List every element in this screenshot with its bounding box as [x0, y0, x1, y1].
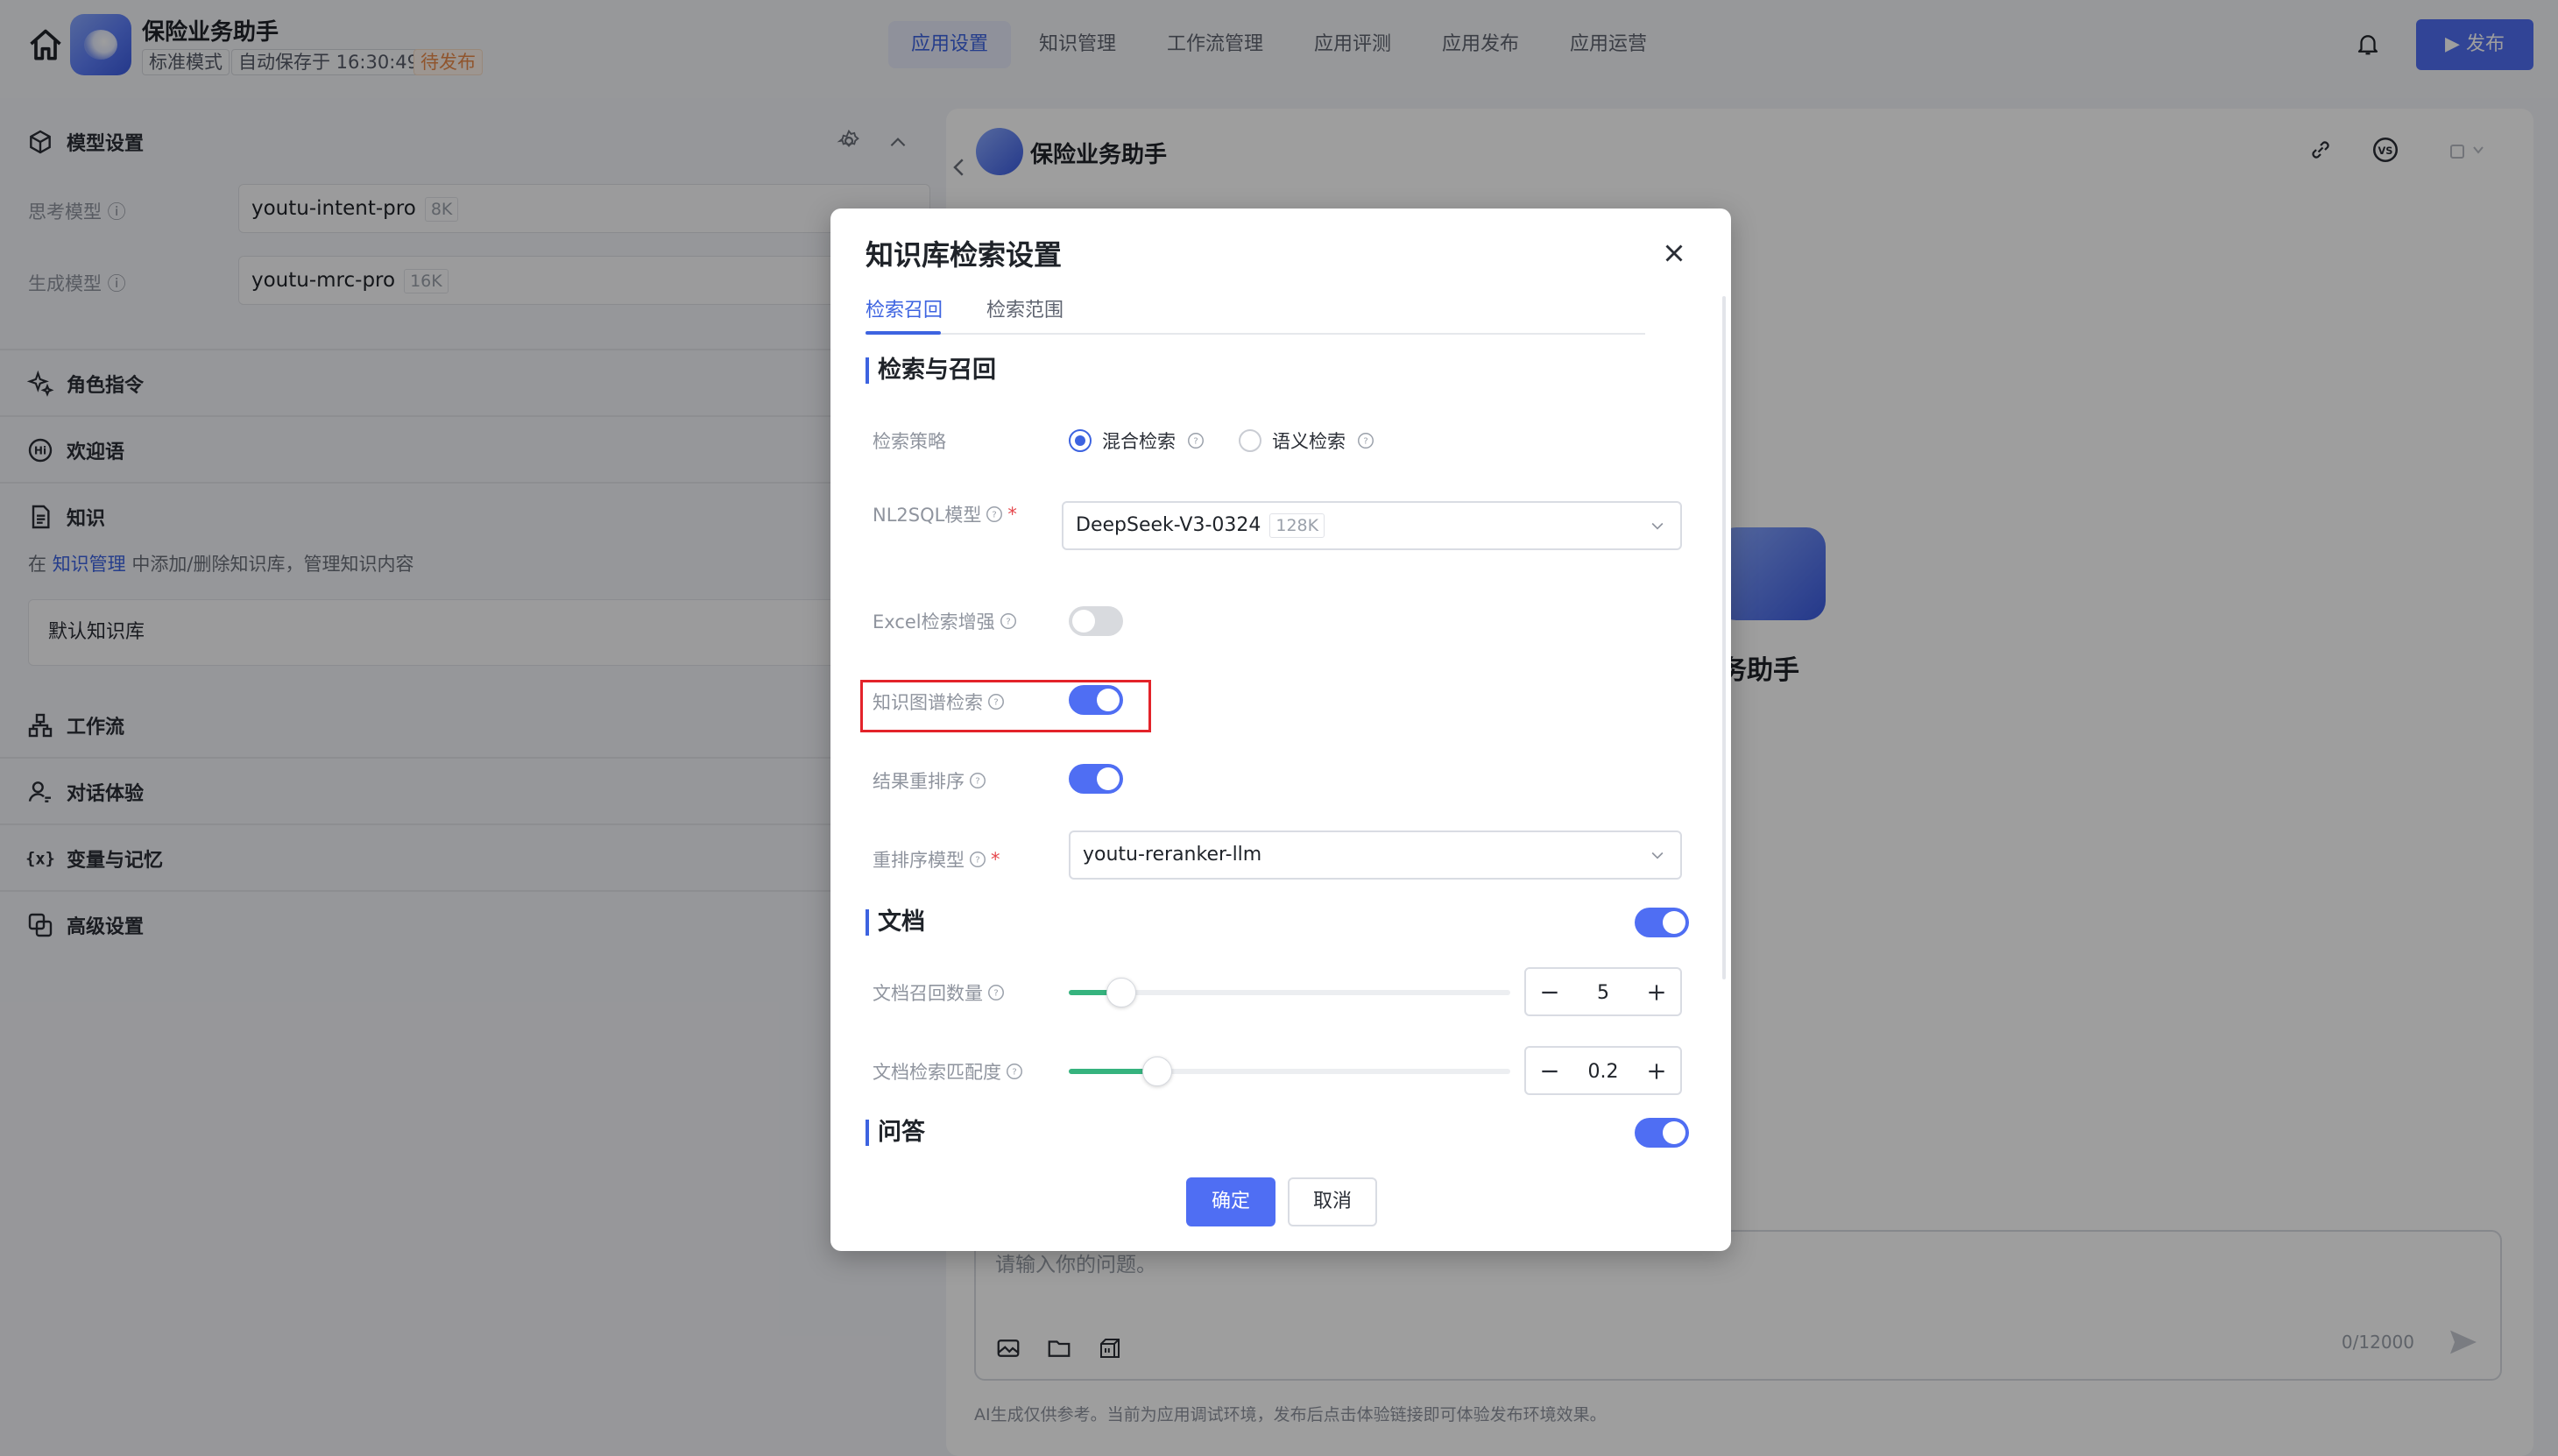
nl2sql-label: NL2SQL模型 ? *	[873, 504, 1017, 526]
rerank-toggle[interactable]	[1069, 764, 1123, 794]
doc-match-stepper[interactable]: 0.2	[1524, 1046, 1682, 1095]
context-tag: 128K	[1269, 513, 1325, 538]
kg-search-label: 知识图谱检索 ?	[873, 689, 1006, 715]
radio-dot	[1239, 429, 1261, 452]
group-qa: 问答	[866, 1120, 925, 1146]
tab-retrieval-recall[interactable]: 检索召回	[866, 294, 943, 322]
doc-match-label: 文档检索匹配度 ?	[873, 1058, 1024, 1085]
tab-active-indicator	[866, 331, 941, 335]
radio-semantic[interactable]: 语义检索 ?	[1239, 428, 1375, 454]
help-icon[interactable]: ?	[986, 983, 1006, 1002]
cancel-button[interactable]: 取消	[1288, 1177, 1377, 1226]
group-document: 文档	[866, 909, 925, 936]
excel-enhance-label: Excel检索增强 ?	[873, 608, 1018, 634]
radio-dot	[1069, 429, 1092, 452]
svg-text:?: ?	[975, 856, 979, 866]
rerank-model-label: 重排序模型 ? *	[873, 849, 1000, 871]
radio-hybrid[interactable]: 混合检索 ?	[1069, 428, 1205, 454]
help-icon[interactable]: ?	[1005, 1062, 1024, 1081]
help-icon[interactable]: ?	[968, 771, 987, 790]
svg-text:?: ?	[975, 777, 979, 787]
rerank-label: 结果重排序 ?	[873, 767, 987, 794]
svg-text:?: ?	[993, 989, 998, 999]
qa-toggle[interactable]	[1635, 1118, 1689, 1148]
doc-match-slider[interactable]	[1069, 1057, 1510, 1086]
help-icon[interactable]: ?	[985, 505, 1004, 524]
kg-search-toggle[interactable]	[1069, 685, 1123, 715]
help-icon[interactable]: ?	[1186, 431, 1205, 450]
rerank-model-select[interactable]: youtu-reranker-llm	[1069, 830, 1682, 880]
svg-text:?: ?	[993, 511, 997, 520]
svg-text:?: ?	[1012, 1068, 1016, 1078]
group-retrieval-recall: 检索与召回	[866, 357, 996, 384]
plus-icon[interactable]	[1645, 1060, 1668, 1083]
svg-text:?: ?	[993, 698, 998, 708]
help-icon[interactable]: ?	[1356, 431, 1375, 450]
doc-count-stepper[interactable]: 5	[1524, 967, 1682, 1016]
help-icon[interactable]: ?	[999, 611, 1018, 631]
confirm-button[interactable]: 确定	[1186, 1177, 1275, 1226]
close-icon[interactable]	[1659, 238, 1689, 268]
svg-text:?: ?	[1363, 437, 1367, 447]
plus-icon[interactable]	[1645, 981, 1668, 1004]
chevron-down-icon	[1651, 852, 1664, 859]
chevron-down-icon	[1651, 522, 1664, 530]
tab-retrieval-scope[interactable]: 检索范围	[986, 294, 1063, 322]
modal-scrollbar[interactable]	[1722, 296, 1726, 979]
document-toggle[interactable]	[1635, 908, 1689, 937]
nl2sql-model-select[interactable]: DeepSeek-V3-0324 128K	[1062, 501, 1682, 550]
svg-text:?: ?	[1193, 437, 1198, 447]
strategy-label: 检索策略	[873, 431, 946, 452]
tab-divider	[866, 333, 1645, 335]
doc-count-label: 文档召回数量 ?	[873, 979, 1006, 1006]
svg-text:?: ?	[1006, 618, 1010, 627]
help-icon[interactable]: ?	[986, 692, 1006, 711]
doc-count-slider[interactable]	[1069, 978, 1510, 1007]
kb-retrieval-settings-modal: 知识库检索设置 检索召回 检索范围 检索与召回 检索策略 混合检索 ? 语义检索…	[830, 209, 1731, 1251]
help-icon[interactable]: ?	[968, 850, 987, 869]
modal-title: 知识库检索设置	[866, 238, 1063, 272]
excel-enhance-toggle[interactable]	[1069, 606, 1123, 636]
slider-handle[interactable]	[1142, 1057, 1172, 1086]
slider-handle[interactable]	[1106, 978, 1136, 1007]
